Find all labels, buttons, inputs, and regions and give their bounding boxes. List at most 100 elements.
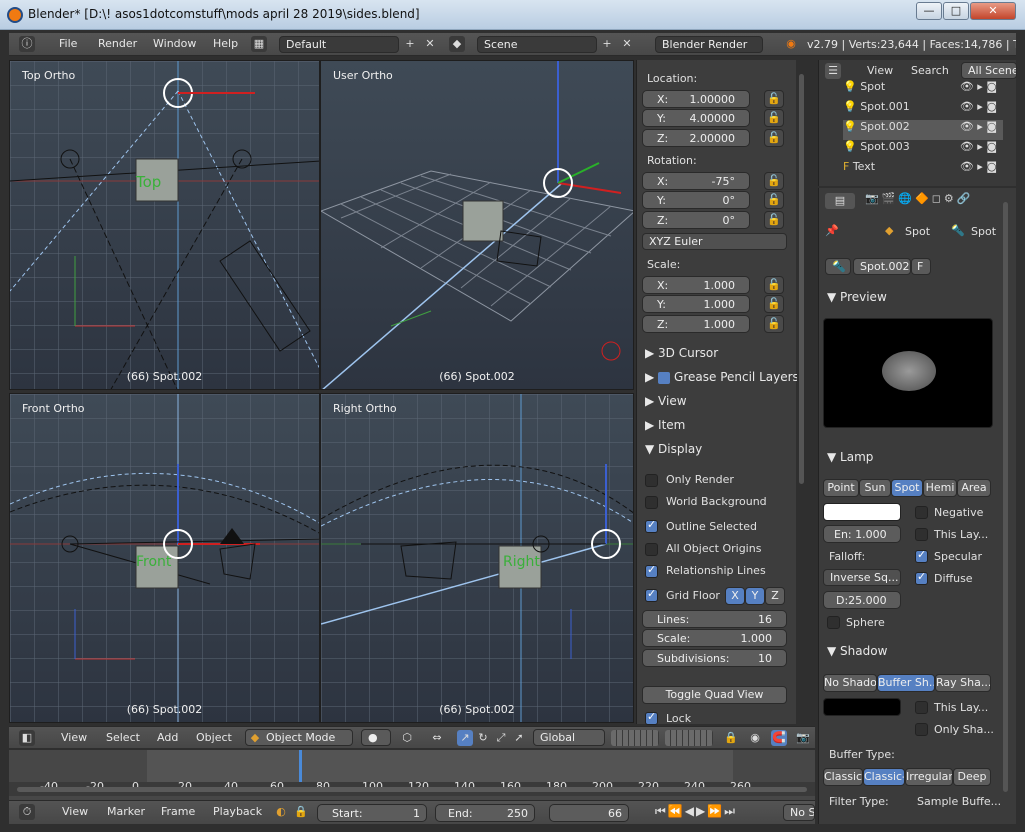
scale-y-field[interactable]: Y: 1.000 bbox=[642, 295, 750, 313]
view3d-editor-icon[interactable]: ◧ bbox=[19, 730, 35, 746]
render-engine-select[interactable]: Blender Render bbox=[655, 36, 763, 53]
outliner-row-text[interactable]: F Text 👁 ▸ ◙ bbox=[843, 160, 1003, 180]
outliner-search-menu[interactable]: Search bbox=[911, 64, 949, 77]
visibility-icons[interactable]: 👁 ▸ ◙ bbox=[960, 100, 997, 113]
menu-object[interactable]: Object bbox=[196, 731, 232, 744]
world-background-checkbox[interactable] bbox=[645, 496, 658, 509]
lock-icon[interactable]: 🔓 bbox=[764, 90, 784, 108]
layer-buttons-1[interactable] bbox=[611, 730, 659, 746]
delete-screen-icon[interactable]: ✕ bbox=[422, 36, 438, 52]
panel-item[interactable]: ▶ Item bbox=[645, 418, 685, 432]
render-icon[interactable]: 📷 bbox=[795, 730, 811, 746]
timeline-menu-view[interactable]: View bbox=[62, 805, 88, 818]
quad-lock-checkbox[interactable] bbox=[645, 710, 658, 725]
scene-icon[interactable]: ◆ bbox=[449, 36, 465, 52]
properties-scrollbar[interactable] bbox=[1003, 202, 1008, 792]
this-layer-checkbox[interactable] bbox=[915, 528, 928, 541]
preview-range-icon[interactable]: ◐ bbox=[273, 804, 289, 820]
npanel-scrollbar[interactable] bbox=[799, 74, 804, 484]
specular-checkbox[interactable] bbox=[915, 548, 928, 563]
scene-field[interactable]: Scene bbox=[477, 36, 597, 53]
add-screen-icon[interactable]: + bbox=[402, 36, 418, 52]
timeline-editor-icon[interactable]: ⏱ bbox=[19, 804, 35, 820]
menu-render[interactable]: Render bbox=[98, 37, 137, 50]
toggle-quad-view-button[interactable]: Toggle Quad View bbox=[642, 686, 787, 704]
playback-controls[interactable]: ⏮⏪◀▶⏩⏭ bbox=[655, 804, 737, 819]
current-frame-field[interactable]: 66 bbox=[549, 804, 629, 822]
timeline-playhead[interactable] bbox=[299, 750, 302, 782]
minimize-button[interactable]: — bbox=[916, 2, 942, 20]
viewport-right-ortho[interactable]: Right Right Ortho (66) Spot.002 bbox=[320, 393, 634, 723]
lock-icon[interactable]: 🔓 bbox=[764, 172, 784, 190]
transform-orientation-select[interactable]: Global bbox=[533, 729, 605, 746]
menu-add[interactable]: Add bbox=[157, 731, 178, 744]
panel-display[interactable]: ▼ Display bbox=[645, 442, 702, 456]
location-x-field[interactable]: X: 1.00000 bbox=[642, 90, 750, 108]
panel-preview[interactable]: ▼ Preview bbox=[827, 290, 887, 304]
screen-layout-field[interactable]: Default bbox=[279, 36, 399, 53]
lock-icon[interactable]: 🔓 bbox=[764, 315, 784, 333]
grid-scale-field[interactable]: Scale: 1.000 bbox=[642, 629, 787, 647]
axis-x-toggle[interactable]: X bbox=[725, 587, 745, 605]
outliner-filter-select[interactable]: All Scenes bbox=[961, 62, 1017, 79]
panel-shadow[interactable]: ▼ Shadow bbox=[827, 644, 887, 658]
timeline-scrollbar[interactable] bbox=[17, 787, 807, 792]
lamp-type-hemi[interactable]: Hemi bbox=[923, 479, 957, 497]
menu-select[interactable]: Select bbox=[106, 731, 140, 744]
lock-layers-icon[interactable]: 🔒 bbox=[723, 730, 739, 746]
rotation-mode-select[interactable]: XYZ Euler bbox=[642, 233, 787, 250]
distance-field[interactable]: D:25.000 bbox=[823, 591, 901, 609]
timeline-menu-playback[interactable]: Playback bbox=[213, 805, 262, 818]
screen-layout-icon[interactable]: ▦ bbox=[251, 36, 267, 52]
outline-selected-checkbox[interactable] bbox=[645, 518, 658, 533]
lamp-color-swatch[interactable] bbox=[823, 503, 901, 521]
panel-lamp[interactable]: ▼ Lamp bbox=[827, 450, 873, 464]
panel-3d-cursor[interactable]: ▶ 3D Cursor bbox=[645, 346, 718, 360]
buffer-classic-halfway-button[interactable]: Classic- bbox=[863, 768, 905, 786]
grid-subdivisions-field[interactable]: Subdivisions: 10 bbox=[642, 649, 787, 667]
lock-time-cursor-icon[interactable]: 🔒 bbox=[293, 804, 309, 820]
lock-icon[interactable]: 🔓 bbox=[764, 109, 784, 127]
pin-icon[interactable]: 📌 bbox=[825, 224, 839, 237]
grid-lines-field[interactable]: Lines: 16 bbox=[642, 610, 787, 628]
frame-start-field[interactable]: Start: 1 bbox=[317, 804, 427, 822]
viewport-top-ortho[interactable]: Top Top Ortho (66) Spot.002 bbox=[9, 60, 320, 390]
buffer-deep-button[interactable]: Deep bbox=[953, 768, 991, 786]
relationship-lines-checkbox[interactable] bbox=[645, 563, 658, 578]
buffer-classic-button[interactable]: Classic bbox=[823, 768, 863, 786]
visibility-icons[interactable]: 👁 ▸ ◙ bbox=[960, 140, 997, 153]
panel-grease-pencil[interactable]: ▶ Grease Pencil Layers bbox=[645, 370, 797, 384]
frame-end-field[interactable]: End: 250 bbox=[435, 804, 535, 822]
shadow-buffer-button[interactable]: Buffer Sh... bbox=[877, 674, 935, 692]
scale-x-field[interactable]: X: 1.000 bbox=[642, 276, 750, 294]
axis-y-toggle[interactable]: Y bbox=[745, 587, 765, 605]
lamp-type-point[interactable]: Point bbox=[823, 479, 859, 497]
lock-icon[interactable]: 🔓 bbox=[764, 129, 784, 147]
scale-z-field[interactable]: Z: 1.000 bbox=[642, 315, 750, 333]
location-z-field[interactable]: Z: 2.00000 bbox=[642, 129, 750, 147]
timeline-menu-marker[interactable]: Marker bbox=[107, 805, 145, 818]
axis-z-toggle[interactable]: Z bbox=[765, 587, 785, 605]
grid-floor-checkbox[interactable] bbox=[645, 587, 658, 602]
rotate-manipulator-icon[interactable]: ↻ bbox=[475, 730, 491, 746]
menu-view[interactable]: View bbox=[61, 731, 87, 744]
arrow-icon[interactable]: ➚ bbox=[511, 730, 527, 746]
sphere-checkbox[interactable] bbox=[827, 616, 840, 629]
lock-icon[interactable]: 🔓 bbox=[764, 191, 784, 209]
scale-manipulator-icon[interactable]: ⤢ bbox=[493, 730, 509, 746]
manipulator-toggle-icon[interactable]: ⇔ bbox=[429, 730, 445, 746]
pivot-point-icon[interactable]: ⬡ bbox=[399, 730, 415, 746]
delete-scene-icon[interactable]: ✕ bbox=[619, 36, 635, 52]
lock-icon[interactable]: 🔓 bbox=[764, 276, 784, 294]
outliner-view-menu[interactable]: View bbox=[867, 64, 893, 77]
shadow-ray-button[interactable]: Ray Sha... bbox=[935, 674, 991, 692]
translate-manipulator-icon[interactable]: ↗ bbox=[457, 730, 473, 746]
viewport-shading-select[interactable]: ● bbox=[361, 729, 391, 746]
visibility-icons[interactable]: 👁 ▸ ◙ bbox=[960, 120, 997, 133]
outliner-editor-icon[interactable]: ☰ bbox=[825, 63, 841, 79]
visibility-icons[interactable]: 👁 ▸ ◙ bbox=[960, 160, 997, 173]
menu-file[interactable]: File bbox=[59, 37, 77, 50]
rotation-z-field[interactable]: Z: 0° bbox=[642, 211, 750, 229]
menu-window[interactable]: Window bbox=[153, 37, 196, 50]
grease-pencil-checkbox[interactable] bbox=[658, 371, 671, 384]
